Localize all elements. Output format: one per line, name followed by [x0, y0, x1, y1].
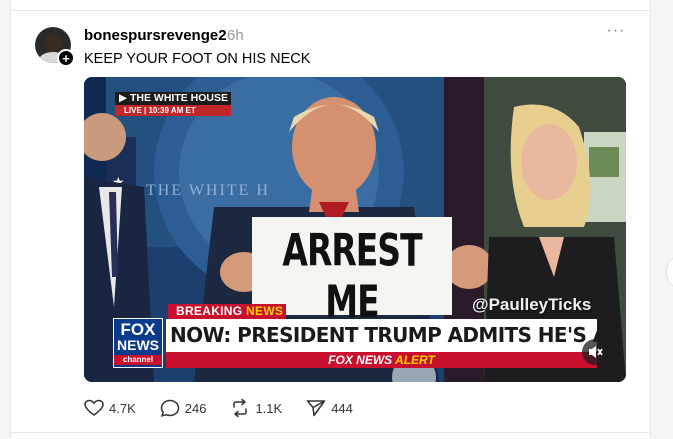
username-link[interactable]: bonespursrevenge2 — [84, 27, 227, 44]
share-button[interactable]: 444 — [306, 399, 353, 417]
post-video[interactable]: ★ THE WHITE H — [84, 77, 626, 382]
logo-channel: channel — [114, 355, 162, 365]
comment-icon — [160, 399, 180, 417]
repost-count: 1.1K — [255, 400, 283, 416]
post-card: + bonespursrevenge2 6h ··· KEEP YOUR FOO… — [10, 0, 651, 439]
news-label: NEWS — [246, 304, 284, 318]
chyron-headline: NOW: PRESIDENT TRUMP ADMITS HE'S A PEDOP… — [166, 319, 597, 352]
like-button[interactable]: 4.7K — [84, 399, 136, 417]
post-timestamp[interactable]: 6h — [227, 27, 244, 44]
like-count: 4.7K — [109, 400, 136, 416]
reply-count: 246 — [184, 400, 207, 416]
sign-line-1: ARREST ME — [282, 223, 422, 328]
backdrop-text: THE WHITE H — [146, 182, 270, 199]
alert-label: ALERT — [395, 353, 435, 367]
mute-icon[interactable] — [582, 339, 608, 365]
logo-news: NEWS — [117, 337, 159, 353]
send-icon — [306, 400, 326, 417]
live-bug-title: ▶ THE WHITE HOUSE — [115, 92, 231, 105]
share-count: 444 — [331, 400, 353, 416]
follow-plus-icon[interactable]: + — [57, 49, 75, 67]
scroll-next-button[interactable] — [666, 258, 673, 286]
reply-button[interactable]: 246 — [160, 399, 207, 417]
fox-news-logo: FOX NEWS channel — [113, 318, 163, 368]
post-actions: 4.7K 246 1.1K 444 — [84, 398, 377, 418]
post-text: KEEP YOUR FOOT ON HIS NECK — [84, 51, 311, 67]
repost-icon — [233, 399, 248, 417]
logo-fox: FOX — [120, 320, 156, 339]
repost-button[interactable]: 1.1K — [230, 399, 282, 417]
avatar[interactable]: + — [35, 27, 75, 67]
fox-news-alert-bar: FOX NEWS ALERT — [166, 352, 597, 368]
heart-icon — [84, 399, 104, 416]
alert-brand: FOX NEWS — [328, 353, 396, 367]
divider — [11, 10, 650, 11]
breaking-label: BREAKING — [176, 304, 247, 318]
white-house-live-bug: ▶ THE WHITE HOUSE LIVE | 10:39 AM ET — [115, 92, 231, 116]
more-options-button[interactable]: ··· — [605, 23, 627, 44]
divider — [11, 432, 650, 433]
live-bug-time: LIVE | 10:39 AM ET — [115, 105, 231, 116]
watermark: @PaulleyTicks — [472, 295, 592, 314]
breaking-news-banner: BREAKING NEWS — [168, 304, 286, 319]
